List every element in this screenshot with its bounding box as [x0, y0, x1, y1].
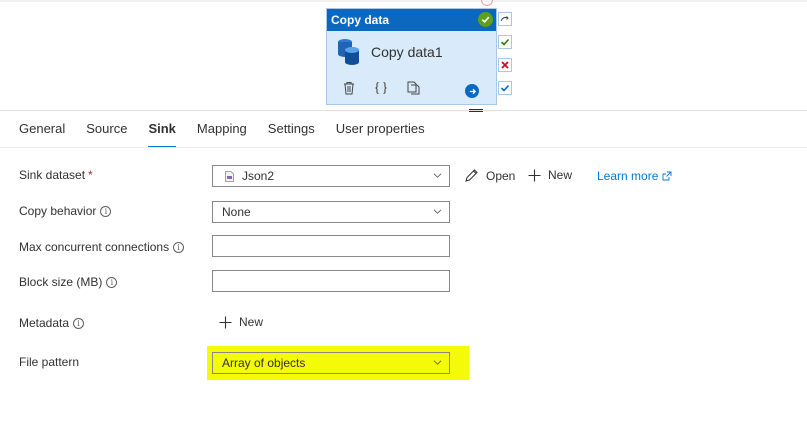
pencil-icon — [465, 169, 478, 182]
tab-sink[interactable]: Sink — [148, 121, 177, 148]
chevron-down-icon — [433, 360, 442, 365]
tab-mapping[interactable]: Mapping — [197, 121, 247, 147]
info-icon[interactable]: i — [100, 205, 112, 217]
file-pattern-label-text: File pattern — [19, 355, 80, 369]
sink-dataset-label-text: Sink dataset — [19, 168, 86, 182]
connector-handle-icon[interactable] — [481, 0, 493, 6]
tab-general[interactable]: General — [19, 121, 65, 147]
new-dataset-label: New — [548, 168, 573, 182]
chevron-down-icon — [433, 209, 442, 214]
info-icon[interactable]: i — [106, 276, 118, 288]
pipeline-canvas[interactable]: Copy data Copy data1 — [0, 0, 807, 112]
go-arrow-icon[interactable] — [465, 84, 479, 98]
plus-icon — [528, 169, 541, 181]
learn-more-link[interactable]: Learn more — [597, 169, 672, 183]
file-pattern-select[interactable]: Array of objects — [212, 352, 450, 374]
tabs-divider — [0, 147, 807, 148]
activity-name: Copy data1 — [371, 44, 443, 60]
database-icon — [338, 39, 359, 65]
copy-behavior-label: Copy behavior i — [19, 204, 112, 218]
properties-tabs: General Source Sink Mapping Settings Use… — [19, 121, 446, 148]
sink-dataset-select[interactable]: Json2 — [212, 165, 450, 187]
copy-behavior-value: None — [222, 205, 251, 219]
copy-behavior-select[interactable]: None — [212, 201, 450, 223]
tab-source[interactable]: Source — [86, 121, 127, 147]
sink-dataset-label: Sink dataset * — [19, 168, 93, 182]
metadata-label-text: Metadata — [19, 316, 70, 330]
required-marker: * — [88, 168, 93, 182]
copy-data-activity[interactable]: Copy data Copy data1 — [326, 8, 497, 105]
json-file-icon — [225, 170, 234, 182]
success-check-icon — [478, 12, 493, 27]
copy-icon[interactable] — [403, 78, 423, 98]
new-dataset-button[interactable]: New — [528, 168, 572, 182]
max-concurrent-label: Max concurrent connections i — [19, 240, 185, 254]
success-port-icon[interactable] — [498, 35, 512, 49]
tab-user-properties[interactable]: User properties — [336, 121, 425, 147]
delete-icon[interactable] — [339, 78, 359, 98]
skip-arrow-icon[interactable] — [498, 12, 512, 26]
canvas-top-border — [0, 0, 807, 2]
plus-icon — [219, 316, 232, 328]
add-metadata-label: New — [239, 315, 264, 329]
max-concurrent-input[interactable] — [212, 235, 450, 257]
activity-header: Copy data — [327, 9, 496, 31]
block-size-label: Block size (MB) i — [19, 275, 118, 289]
activity-type-label: Copy data — [331, 13, 390, 27]
copy-behavior-label-text: Copy behavior — [19, 204, 97, 218]
failure-port-icon[interactable] — [498, 58, 512, 72]
learn-more-label: Learn more — [597, 169, 659, 183]
open-button[interactable]: Open — [464, 168, 515, 183]
info-icon[interactable]: i — [173, 241, 185, 253]
max-concurrent-label-text: Max concurrent connections — [19, 240, 170, 254]
block-size-label-text: Block size (MB) — [19, 275, 103, 289]
sink-dataset-value: Json2 — [242, 169, 275, 183]
canvas-divider[interactable] — [0, 110, 807, 111]
external-link-icon — [662, 171, 672, 181]
chevron-down-icon — [433, 173, 442, 178]
tab-settings[interactable]: Settings — [268, 121, 315, 147]
block-size-input[interactable] — [212, 270, 450, 292]
open-label: Open — [486, 168, 516, 183]
info-icon[interactable]: i — [73, 317, 85, 329]
metadata-label: Metadata i — [19, 316, 85, 330]
activity-output-ports — [498, 12, 512, 104]
add-metadata-button[interactable]: New — [219, 315, 263, 329]
file-pattern-label: File pattern — [19, 355, 79, 369]
file-pattern-value: Array of objects — [222, 356, 306, 370]
completion-port-icon[interactable] — [498, 81, 512, 95]
code-braces-icon[interactable] — [371, 78, 391, 98]
